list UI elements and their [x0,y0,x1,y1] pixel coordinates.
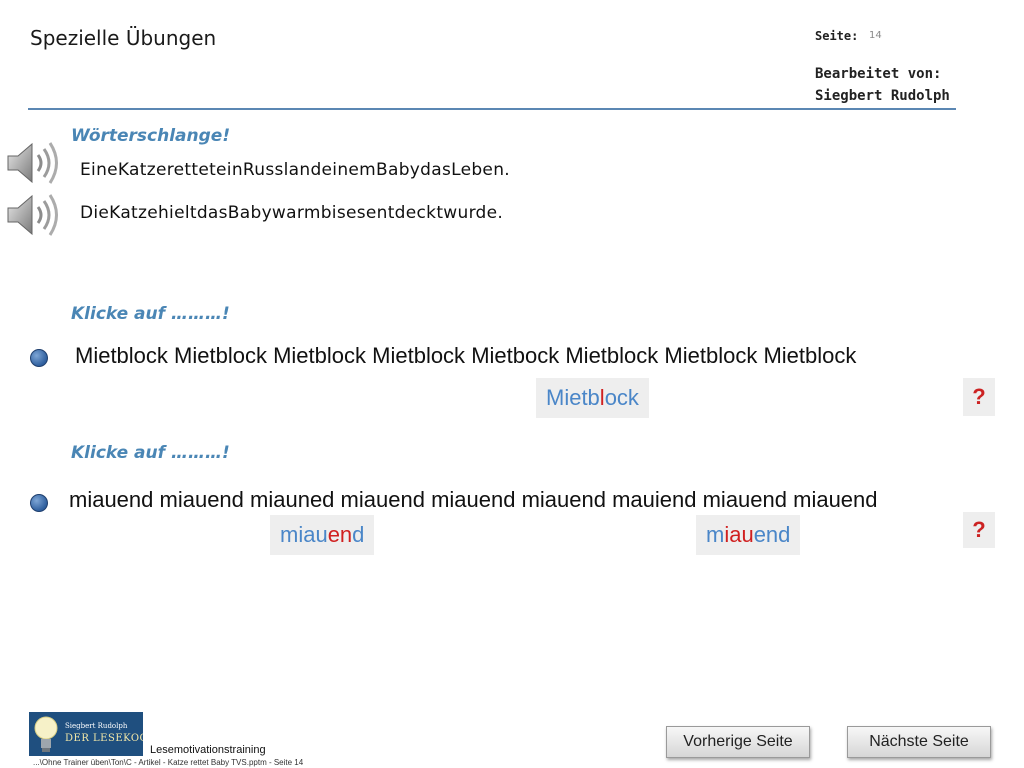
logo-author: Siegbert Rudolph [65,722,128,730]
word-option[interactable]: mauiend [612,487,696,512]
word-option[interactable]: Mietblock [75,343,168,368]
word-snake-line-2: DieKatzehieltdasBabywarmbisesentdecktwur… [80,203,504,223]
word-snake-line-1: EineKatzeretteteinRusslandeinemBabydasLe… [80,160,510,180]
question-mark-button[interactable]: ? [963,512,995,548]
target-word-box: miauend [270,515,375,555]
target-word-box: miauend [696,515,801,555]
speaker-icon[interactable] [4,190,62,240]
word-option[interactable]: miauend [160,487,244,512]
target-word-box: Mietblock [536,378,649,418]
word-option[interactable]: miauend [431,487,515,512]
target-word-part: m [706,522,725,547]
header-divider [28,108,956,110]
target-word-highlight: iau [724,522,754,547]
radio-button[interactable] [30,494,48,512]
word-snake-heading: Wörterschlange! [71,126,231,146]
exercise-1-word-row: Mietblock Mietblock Mietblock Mietblock … [75,343,856,369]
word-option[interactable]: Mietblock [174,343,267,368]
exercise-2-heading: Klicke auf ………! [71,443,230,463]
lesekoch-logo: Siegbert Rudolph DER LESEKOCH [29,712,143,756]
target-word-part: miau [280,522,328,547]
target-word-highlight: en [327,522,353,547]
word-option[interactable]: Mietblock [372,343,465,368]
word-option[interactable]: miauend [341,487,425,512]
word-option[interactable]: Mietblock [763,343,856,368]
word-option[interactable]: Mietblock [565,343,658,368]
page-title: Spezielle Übungen [30,26,217,50]
target-word-part: ock [604,385,639,410]
edited-by-label: Bearbeitet von: [815,66,942,82]
lightbulb-icon [34,716,58,752]
next-page-button[interactable]: Nächste Seite [847,726,991,758]
previous-page-button[interactable]: Vorherige Seite [666,726,810,758]
radio-button[interactable] [30,349,48,367]
footer-file-path: ...\Ohne Trainer üben\Ton\C - Artikel - … [33,758,304,767]
word-option[interactable]: Mietblock [664,343,757,368]
word-option[interactable]: Mietbock [471,343,559,368]
word-option[interactable]: miauend [522,487,606,512]
footer-label: Lesemotivationstraining [150,744,266,756]
word-option[interactable]: miauend [703,487,787,512]
target-word-part: end [753,522,791,547]
question-mark-button[interactable]: ? [963,378,995,416]
word-option[interactable]: miauned [250,487,334,512]
target-word-part: d [352,522,365,547]
exercise-1-heading: Klicke auf ………! [71,304,230,324]
speaker-icon[interactable] [4,138,62,188]
target-word-part: Mietb [546,385,600,410]
logo-title: DER LESEKOCH [65,733,143,744]
word-option[interactable]: miauend [69,487,153,512]
page-number: 14 [869,30,882,41]
exercise-2-word-row: miauend miauend miauned miauend miauend … [69,487,878,513]
page-number-label: Seite: [815,29,859,43]
word-option[interactable]: miauend [793,487,877,512]
word-option[interactable]: Mietblock [273,343,366,368]
author-name: Siegbert Rudolph [815,88,950,104]
